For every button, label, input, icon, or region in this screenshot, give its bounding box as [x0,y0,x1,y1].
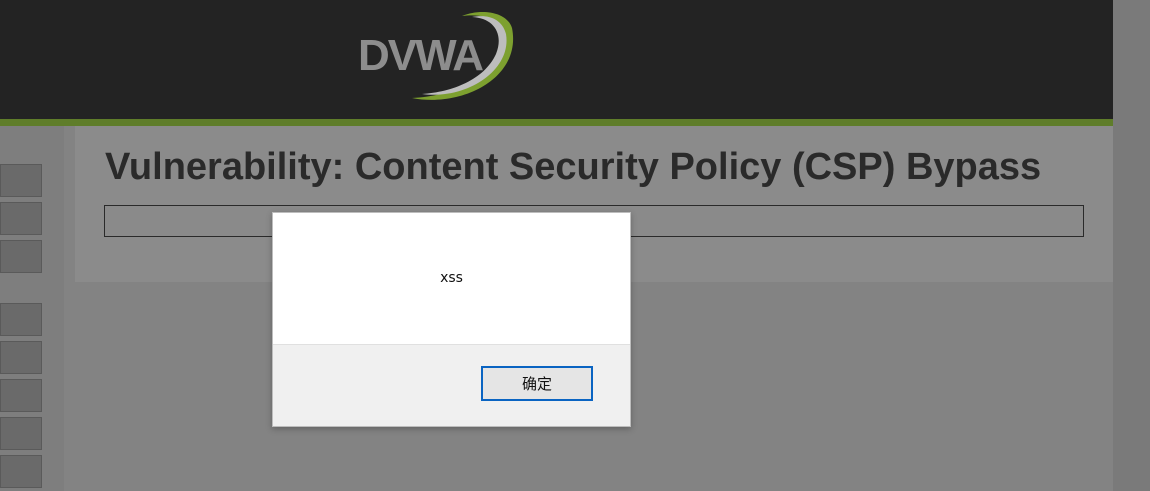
header-accent-bar [0,119,1113,126]
page-title: Vulnerability: Content Security Policy (… [105,146,1042,188]
alert-footer: 确定 [273,344,630,426]
sidebar-item[interactable] [0,164,42,197]
dvwa-logo[interactable]: DVWA [352,8,527,104]
logo-text: DVWA [358,31,484,80]
sidebar-item[interactable] [0,379,42,412]
alert-dialog: xss 确定 [272,212,631,427]
sidebar-item[interactable] [0,202,42,235]
alert-message: xss [440,270,463,286]
sidebar-menu [0,126,64,491]
browser-viewport: DVWA Vulnerability: Content Security Pol… [0,0,1150,491]
ok-button[interactable]: 确定 [481,366,593,401]
sidebar-item[interactable] [0,341,42,374]
sidebar-item[interactable] [0,303,42,336]
sidebar-item[interactable] [0,417,42,450]
page-right-margin [1113,0,1150,491]
sidebar-item[interactable] [0,240,42,273]
page-header: DVWA [0,0,1113,119]
sidebar-item[interactable] [0,455,42,488]
